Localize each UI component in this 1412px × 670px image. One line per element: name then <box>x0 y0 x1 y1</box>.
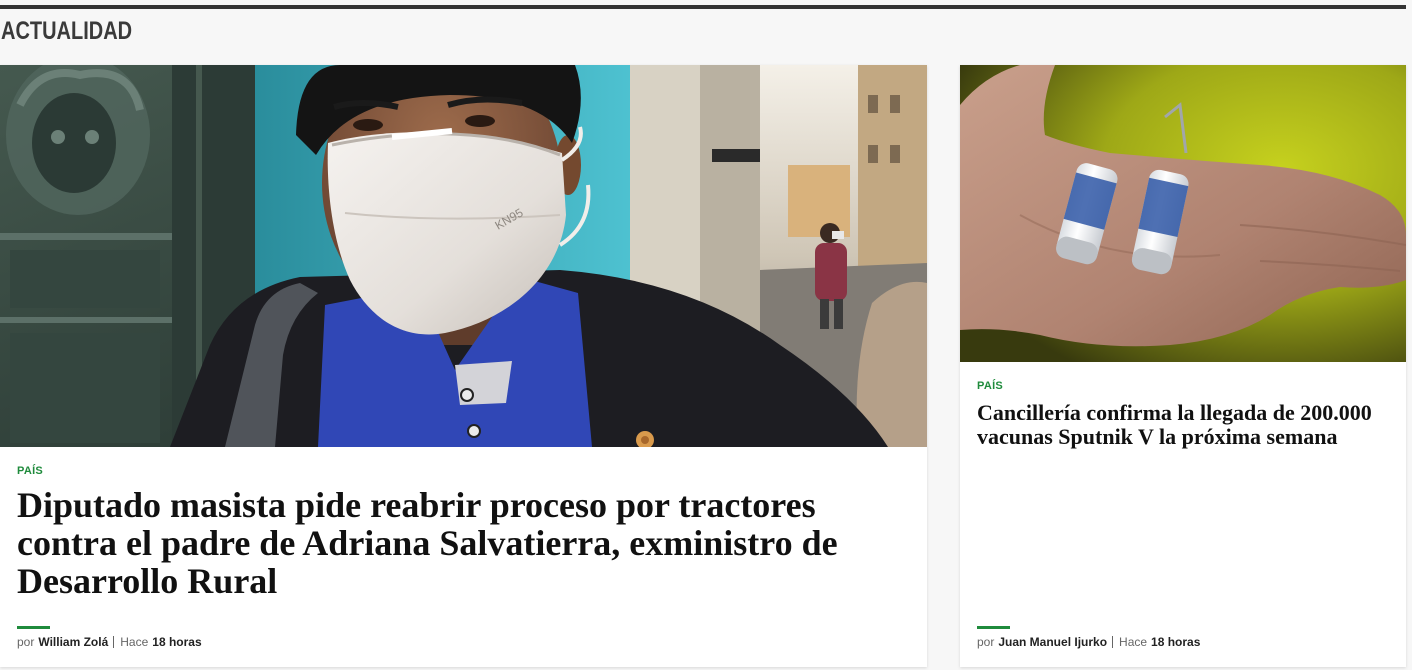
byline-divider <box>113 636 115 648</box>
author-link[interactable]: Juan Manuel Ijurko <box>998 634 1107 650</box>
article-headline[interactable]: Cancillería confirma la llegada de 200.0… <box>977 401 1389 449</box>
byline-prefix: por <box>17 635 35 649</box>
article-meta: por Juan Manuel Ijurko Hace 18 horas <box>977 626 1200 650</box>
article-body: PAÍS Cancillería confirma la llegada de … <box>960 362 1406 449</box>
article-photo <box>960 65 1406 362</box>
article-headline[interactable]: Diputado masista pide reabrir proceso po… <box>17 486 910 600</box>
time-value: 18 horas <box>1151 635 1201 649</box>
category-label[interactable]: PAÍS <box>977 380 1389 393</box>
byline-prefix: por <box>977 635 995 649</box>
article-card-lead: KN95 PAÍS Diputado masista pide reabrir … <box>0 65 927 667</box>
byline-divider <box>1112 636 1114 648</box>
time-prefix: Hace <box>120 635 149 649</box>
category-label[interactable]: PAÍS <box>17 465 910 478</box>
article-image[interactable] <box>960 65 1406 362</box>
accent-rule <box>977 626 1010 629</box>
author-link[interactable]: William Zolá <box>38 634 108 650</box>
article-card-side: PAÍS Cancillería confirma la llegada de … <box>960 65 1406 667</box>
page: ACTUALIDAD KN95 PAÍS Diputado masista pi… <box>0 0 1412 670</box>
article-meta: por William Zolá Hace 18 horas <box>17 626 202 650</box>
article-body: PAÍS Diputado masista pide reabrir proce… <box>0 447 927 600</box>
time-value: 18 horas <box>152 635 202 649</box>
top-rule <box>0 5 1406 9</box>
time-prefix: Hace <box>1119 635 1148 649</box>
accent-rule <box>17 626 50 629</box>
byline: por William Zolá Hace 18 horas <box>17 634 202 650</box>
byline: por Juan Manuel Ijurko Hace 18 horas <box>977 634 1200 650</box>
article-photo: KN95 <box>0 65 927 447</box>
article-image[interactable]: KN95 <box>0 65 927 447</box>
section-title[interactable]: ACTUALIDAD <box>1 16 132 46</box>
